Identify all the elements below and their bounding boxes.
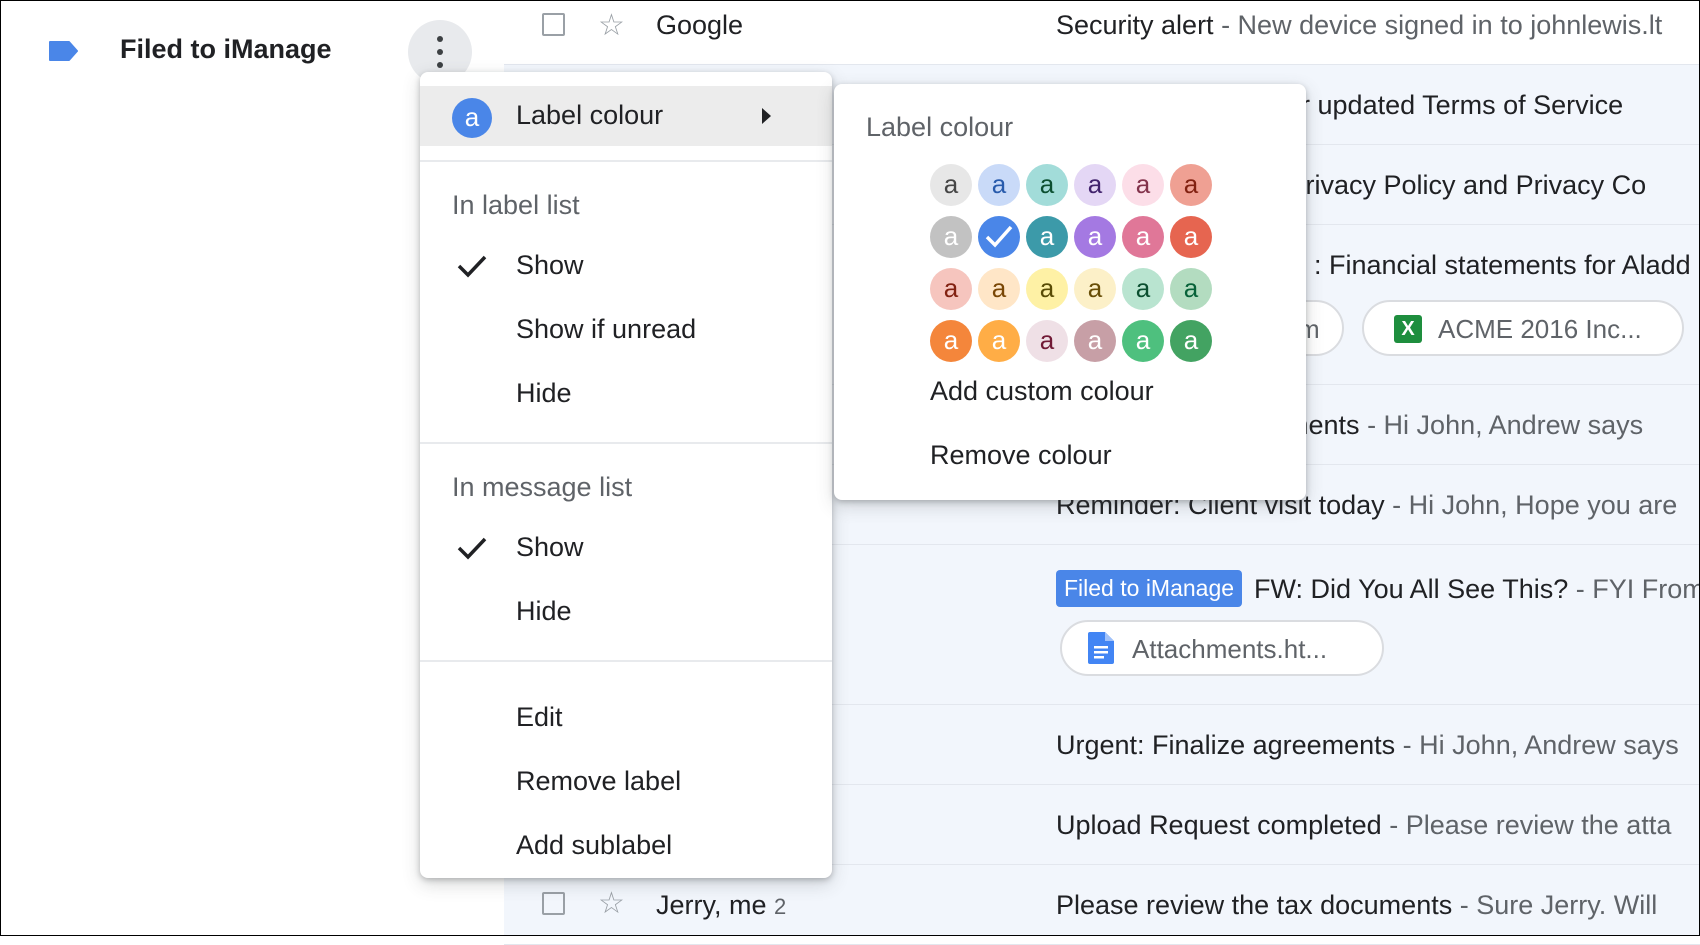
menu-item-label: Show	[516, 250, 584, 280]
colour-swatch[interactable]: a	[1026, 268, 1068, 310]
excel-file-icon: X	[1394, 315, 1422, 343]
colour-swatch[interactable]: a	[1074, 320, 1116, 362]
attachment-chip[interactable]: X ACME 2016 Inc...	[1362, 300, 1684, 356]
colour-swatch-grid: aaaaaaaaaaaaaaaaaaaaaaa	[930, 164, 1212, 364]
section-heading-message-list: In message list	[452, 472, 633, 502]
message-subject: Upload Request completed - Please review…	[1056, 810, 1672, 840]
menu-item-label: Label colour	[516, 100, 664, 130]
check-icon	[457, 255, 487, 278]
menu-item-label: Show if unread	[516, 314, 697, 344]
message-subject: : Financial statements for Aladd	[1314, 250, 1691, 280]
label-options-menu: a Label colour In label list Show Show i…	[420, 72, 832, 878]
check-icon	[457, 537, 487, 560]
label-colour-submenu: Label colour aaaaaaaaaaaaaaaaaaaaaaa Add…	[834, 84, 1306, 500]
colour-swatch[interactable]	[978, 216, 1020, 258]
message-subject: eements - Hi John, Andrew says	[1256, 410, 1644, 440]
colour-swatch[interactable]: a	[1122, 164, 1164, 206]
message-row[interactable]: ☆ Google Security alert - New device sig…	[504, 0, 1700, 65]
star-icon[interactable]: ☆	[598, 10, 625, 42]
row-checkbox[interactable]	[542, 892, 565, 915]
star-icon[interactable]: ☆	[598, 888, 625, 920]
submenu-title: Label colour	[866, 112, 1014, 142]
colour-swatch[interactable]: a	[1074, 268, 1116, 310]
message-subject: t our updated Terms of Service	[1256, 90, 1624, 120]
colour-swatch[interactable]: a	[930, 320, 972, 362]
menu-item-label: Show	[516, 532, 584, 562]
message-subject: Filed to iManage FW: Did You All See This…	[1056, 570, 1700, 607]
attachment-name: ACME 2016 Inc...	[1438, 314, 1642, 344]
attachment-name: Attachments.ht...	[1132, 634, 1328, 664]
message-subject: Urgent: Finalize agreements - Hi John, A…	[1056, 730, 1679, 760]
submenu-arrow-icon	[762, 108, 771, 124]
colour-swatch[interactable]: a	[930, 268, 972, 310]
menu-item-label-colour[interactable]: a Label colour	[420, 86, 832, 146]
message-subject: Security alert - New device signed in to…	[1056, 10, 1663, 40]
colour-swatch[interactable]: a	[1026, 320, 1068, 362]
colour-swatch[interactable]: a	[1170, 216, 1212, 258]
colour-swatch[interactable]: a	[1026, 164, 1068, 206]
colour-swatch[interactable]: a	[1170, 320, 1212, 362]
message-sender: Google	[656, 10, 744, 40]
menu-item-label: Remove label	[516, 766, 682, 796]
colour-swatch[interactable]: a	[1170, 268, 1212, 310]
message-subject: ur Privacy Policy and Privacy Co	[1256, 170, 1647, 200]
menu-item-label: Hide	[516, 596, 572, 626]
colour-swatch[interactable]: a	[978, 164, 1020, 206]
menu-item-label-list-show[interactable]: Show	[420, 236, 832, 296]
label-tag-icon	[49, 41, 78, 61]
message-subject: Please review the tax documents - Sure J…	[1056, 890, 1658, 920]
remove-colour-button[interactable]: Remove colour	[930, 440, 1112, 471]
check-icon	[985, 225, 1013, 248]
colour-swatch[interactable]: a	[930, 216, 972, 258]
menu-divider	[420, 160, 832, 162]
colour-swatch[interactable]: a	[1074, 164, 1116, 206]
colour-swatch[interactable]: a	[1122, 268, 1164, 310]
label-colour-avatar: a	[452, 98, 492, 138]
label-badge[interactable]: Filed to iManage	[1056, 570, 1243, 607]
message-sender: Jerry, me 2	[656, 890, 787, 920]
colour-swatch[interactable]: a	[978, 268, 1020, 310]
document-icon	[1088, 632, 1114, 664]
menu-item-add-sublabel[interactable]: Add sublabel	[420, 816, 832, 876]
section-heading-label-list: In label list	[452, 190, 580, 220]
row-checkbox[interactable]	[542, 13, 565, 36]
colour-swatch[interactable]: a	[1170, 164, 1212, 206]
colour-swatch[interactable]: a	[1122, 320, 1164, 362]
sidebar-label-name: Filed to iManage	[120, 34, 332, 64]
menu-item-message-list-hide[interactable]: Hide	[420, 582, 832, 642]
colour-swatch[interactable]: a	[978, 320, 1020, 362]
menu-item-edit[interactable]: Edit	[420, 688, 832, 748]
more-vert-icon	[437, 36, 443, 42]
add-custom-colour-button[interactable]: Add custom colour	[930, 376, 1154, 407]
colour-swatch[interactable]: a	[1074, 216, 1116, 258]
menu-item-label-list-show-if-unread[interactable]: Show if unread	[420, 300, 832, 360]
menu-item-label-list-hide[interactable]: Hide	[420, 364, 832, 424]
attachment-chip[interactable]: Attachments.ht...	[1060, 620, 1384, 676]
menu-item-remove-label[interactable]: Remove label	[420, 752, 832, 812]
menu-divider	[420, 660, 832, 662]
menu-divider	[420, 442, 832, 444]
menu-item-message-list-show[interactable]: Show	[420, 518, 832, 578]
colour-swatch[interactable]: a	[1026, 216, 1068, 258]
colour-swatch[interactable]: a	[930, 164, 972, 206]
menu-item-label: Hide	[516, 378, 572, 408]
menu-item-label: Edit	[516, 702, 563, 732]
colour-swatch[interactable]: a	[1122, 216, 1164, 258]
menu-item-label: Add sublabel	[516, 830, 673, 860]
